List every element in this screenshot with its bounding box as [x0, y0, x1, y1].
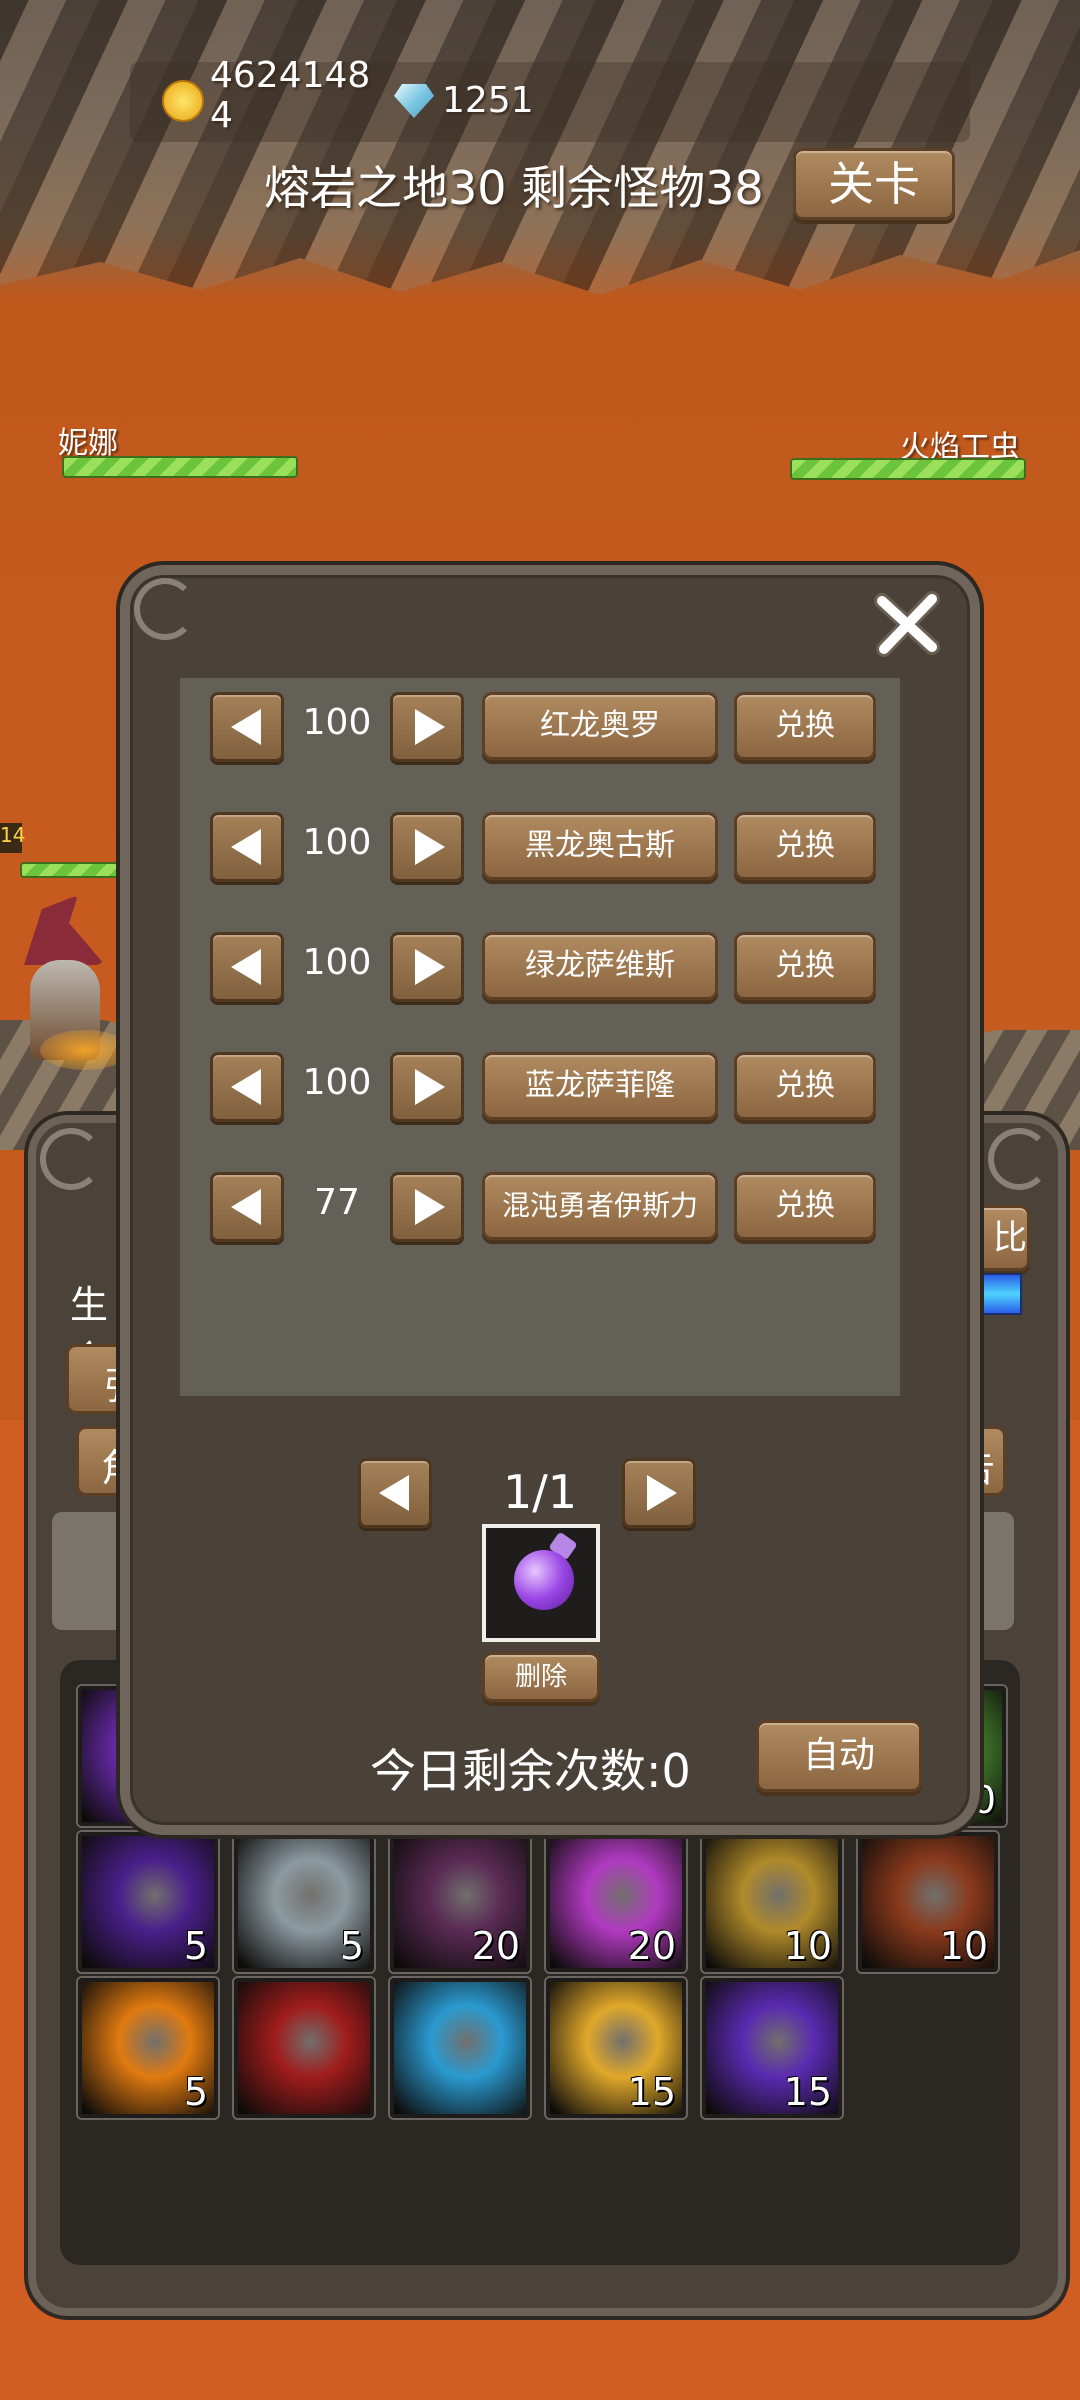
purple-potion-icon	[514, 1550, 574, 1610]
decrease-button[interactable]	[210, 1172, 284, 1242]
quantity-value: 100	[302, 702, 372, 743]
decrease-button[interactable]	[210, 1052, 284, 1122]
increase-button[interactable]	[390, 812, 464, 882]
arrow-right-icon	[415, 1189, 445, 1225]
exchange-button[interactable]: 兑换	[734, 1052, 876, 1120]
side-level-tag: 14	[0, 823, 25, 853]
arrow-left-icon	[231, 949, 261, 985]
auto-button[interactable]: 自动	[756, 1720, 922, 1792]
page-indicator: 1/1	[502, 1465, 578, 1519]
diamond-amount: 1251	[442, 80, 534, 121]
hero-name-label[interactable]: 混沌勇者伊斯力	[482, 1172, 718, 1240]
increase-button[interactable]	[390, 1052, 464, 1122]
arrow-right-icon	[415, 949, 445, 985]
exchange-button[interactable]: 兑换	[734, 812, 876, 880]
skill-tile[interactable]: 5	[78, 1832, 218, 1972]
exchange-button[interactable]: 兑换	[734, 932, 876, 1000]
arrow-right-icon	[647, 1475, 677, 1511]
skill-tile[interactable]: 10	[702, 1832, 842, 1972]
arrow-left-icon	[231, 1189, 261, 1225]
blood-shadow-skill-icon	[238, 1982, 370, 2114]
arrow-left-icon	[379, 1475, 409, 1511]
dragon-name-label[interactable]: 蓝龙萨菲隆	[482, 1052, 718, 1120]
skill-tile[interactable]: 20	[390, 1832, 530, 1972]
exchange-row: 100 红龙奥罗 兑换	[210, 692, 880, 762]
exchange-row: 100 绿龙萨维斯 兑换	[210, 932, 880, 1002]
exchange-row: 77 混沌勇者伊斯力 兑换	[210, 1172, 880, 1242]
skill-tile[interactable]	[390, 1978, 530, 2118]
hero-hp-bar	[62, 456, 298, 478]
gold-amount: 4624148 4	[210, 55, 371, 136]
increase-button[interactable]	[390, 692, 464, 762]
panel-swirl-left-icon	[40, 1128, 102, 1190]
delete-button[interactable]: 删除	[482, 1652, 600, 1702]
next-page-button[interactable]	[622, 1458, 696, 1528]
increase-button[interactable]	[390, 932, 464, 1002]
close-icon	[874, 591, 940, 657]
gold-coin-icon	[162, 80, 204, 122]
cyan-claw-skill-icon	[394, 1982, 526, 2114]
decrease-button[interactable]	[210, 812, 284, 882]
exchange-button[interactable]: 兑换	[734, 692, 876, 760]
skill-tile[interactable]	[234, 1978, 374, 2118]
skill-tile[interactable]: 5	[234, 1832, 374, 1972]
increase-button[interactable]	[390, 1172, 464, 1242]
exchange-row: 100 蓝龙萨菲隆 兑换	[210, 1052, 880, 1122]
arrow-right-icon	[415, 829, 445, 865]
remaining-attempts: 今日剩余次数:0	[370, 1744, 691, 1798]
quantity-value: 100	[302, 942, 372, 983]
arrow-right-icon	[415, 709, 445, 745]
stage-button[interactable]: 关卡	[793, 148, 955, 220]
dialog-swirl-icon	[134, 578, 196, 640]
quantity-value: 100	[302, 1062, 372, 1103]
skill-tile[interactable]: 15	[546, 1978, 686, 2118]
panel-swirl-right-icon	[988, 1128, 1050, 1190]
hero-unit-hp-bar	[20, 862, 134, 878]
enemy-hp-bar	[790, 458, 1026, 480]
fire-aura-effect	[40, 1030, 130, 1070]
decrease-button[interactable]	[210, 692, 284, 762]
level-title: 熔岩之地30 剩余怪物38	[264, 161, 764, 215]
exchange-row: 100 黑龙奥古斯 兑换	[210, 812, 880, 882]
dragon-name-label[interactable]: 黑龙奥古斯	[482, 812, 718, 880]
arrow-left-icon	[231, 1069, 261, 1105]
dragon-name-label[interactable]: 绿龙萨维斯	[482, 932, 718, 1000]
arrow-left-icon	[231, 829, 261, 865]
dragon-name-label[interactable]: 红龙奥罗	[482, 692, 718, 760]
arrow-left-icon	[231, 709, 261, 745]
quantity-value: 77	[314, 1182, 360, 1223]
close-button[interactable]	[868, 585, 948, 665]
exchange-list	[180, 678, 900, 1396]
skill-tile[interactable]: 5	[78, 1978, 218, 2118]
arrow-right-icon	[415, 1069, 445, 1105]
quantity-value: 100	[302, 822, 372, 863]
prev-page-button[interactable]	[358, 1458, 432, 1528]
decrease-button[interactable]	[210, 932, 284, 1002]
skill-tile[interactable]: 10	[858, 1832, 998, 1972]
skill-tile[interactable]: 15	[702, 1978, 842, 2118]
skill-tile[interactable]: 20	[546, 1832, 686, 1972]
exchange-button[interactable]: 兑换	[734, 1172, 876, 1240]
